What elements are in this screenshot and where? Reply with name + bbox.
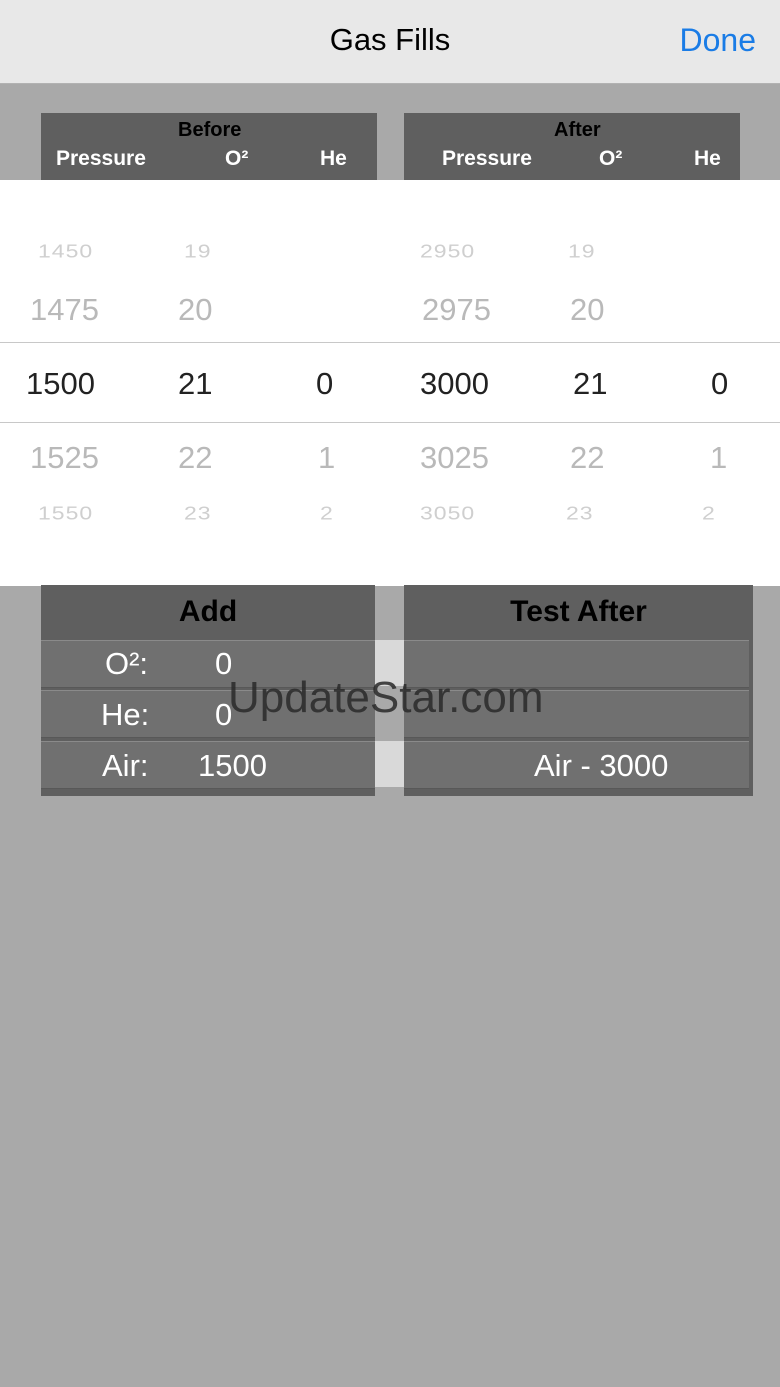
watermark-text: UpdateStar.com xyxy=(228,673,544,722)
gas-picker[interactable]: 1450 1475 1500 1525 1550 19 20 21 22 23 … xyxy=(0,180,780,586)
selection-bottom-divider xyxy=(0,422,780,423)
o2-label: O²: xyxy=(105,646,149,681)
done-button[interactable]: Done xyxy=(680,22,757,59)
before-header: Before Pressure O² He xyxy=(41,113,377,180)
air-value: 1500 xyxy=(198,748,267,783)
picker-item: 19 xyxy=(184,240,212,262)
add-air-row: Air: 1500 xyxy=(41,741,375,789)
picker-item: 19 xyxy=(568,240,596,262)
test-after-title: Test After xyxy=(510,595,647,628)
he-label: He: xyxy=(101,697,150,732)
after-title: After xyxy=(554,119,601,141)
picker-item-selected: 0 xyxy=(711,366,729,401)
page-title: Gas Fills xyxy=(329,22,451,57)
after-header: After Pressure O² He xyxy=(404,113,740,180)
picker-item-selected: 21 xyxy=(178,366,213,401)
air-label: Air: xyxy=(102,748,149,783)
picker-item: 1525 xyxy=(30,440,99,475)
picker-item: 2975 xyxy=(422,292,491,327)
test-after-air-text: Air - 3000 xyxy=(534,748,669,783)
selection-top-divider xyxy=(0,342,780,343)
navigation-bar: Gas Fills Done xyxy=(0,0,780,84)
picker-item: 23 xyxy=(184,502,212,524)
add-title: Add xyxy=(178,595,238,628)
picker-item: 2950 xyxy=(420,240,476,262)
divider-strip xyxy=(375,741,404,787)
test-after-air-row: Air - 3000 xyxy=(404,741,749,789)
picker-item: 1 xyxy=(710,440,728,475)
picker-item: 1550 xyxy=(38,502,94,524)
after-pressure-header: Pressure xyxy=(442,147,532,170)
before-title: Before xyxy=(178,119,242,141)
picker-item: 20 xyxy=(178,292,213,327)
picker-item: 2 xyxy=(320,502,334,524)
picker-item: 22 xyxy=(178,440,213,475)
picker-item-selected: 0 xyxy=(316,366,334,401)
picker-item: 1475 xyxy=(30,292,99,327)
picker-item: 2 xyxy=(702,502,716,524)
after-he-header: He xyxy=(694,147,721,170)
picker-item: 23 xyxy=(566,502,594,524)
picker-item: 3050 xyxy=(420,502,476,524)
picker-item: 20 xyxy=(570,292,605,327)
picker-item: 22 xyxy=(570,440,605,475)
after-o2-header: O² xyxy=(599,147,623,170)
picker-item-selected: 21 xyxy=(573,366,608,401)
picker-item: 1450 xyxy=(38,240,94,262)
picker-item: 3025 xyxy=(420,440,489,475)
picker-item: 1 xyxy=(318,440,336,475)
before-pressure-header: Pressure xyxy=(56,147,146,170)
before-o2-header: O² xyxy=(225,147,249,170)
picker-item-selected: 1500 xyxy=(26,366,95,401)
picker-item-selected: 3000 xyxy=(420,366,489,401)
before-he-header: He xyxy=(320,147,347,170)
